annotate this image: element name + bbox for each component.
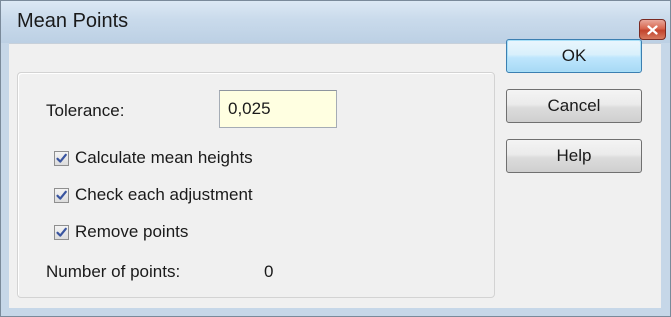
number-of-points-label: Number of points: (46, 262, 181, 281)
close-button[interactable] (639, 19, 666, 40)
cancel-button[interactable]: Cancel (506, 89, 642, 123)
remove-points-label: Remove points (75, 222, 189, 241)
ok-button[interactable]: OK (506, 39, 642, 73)
check-each-adjustment-option[interactable]: Check each adjustment (54, 185, 253, 205)
check-each-adjustment-label: Check each adjustment (75, 185, 253, 204)
dialog-body: Tolerance: Calculate mean heights Check … (9, 43, 661, 308)
calculate-mean-heights-label: Calculate mean heights (75, 148, 253, 167)
tolerance-input[interactable] (219, 90, 337, 128)
dialog-title: Mean Points (17, 10, 129, 32)
calculate-mean-heights-option[interactable]: Calculate mean heights (54, 148, 253, 168)
checkmark-icon (56, 153, 67, 163)
checkmark-icon (56, 227, 67, 237)
number-of-points-value: 0 (264, 262, 274, 281)
check-each-adjustment-checkbox[interactable] (54, 187, 69, 203)
tolerance-label: Tolerance: (46, 101, 125, 120)
remove-points-option[interactable]: Remove points (54, 222, 188, 242)
calculate-mean-heights-checkbox[interactable] (54, 150, 69, 166)
help-button[interactable]: Help (506, 139, 642, 173)
checkmark-icon (56, 190, 67, 200)
title-bar[interactable]: Mean Points (1, 1, 670, 43)
remove-points-checkbox[interactable] (54, 224, 69, 240)
close-icon (647, 24, 658, 35)
mean-points-dialog: Mean Points Tolerance: Calculate mean he… (0, 0, 671, 317)
